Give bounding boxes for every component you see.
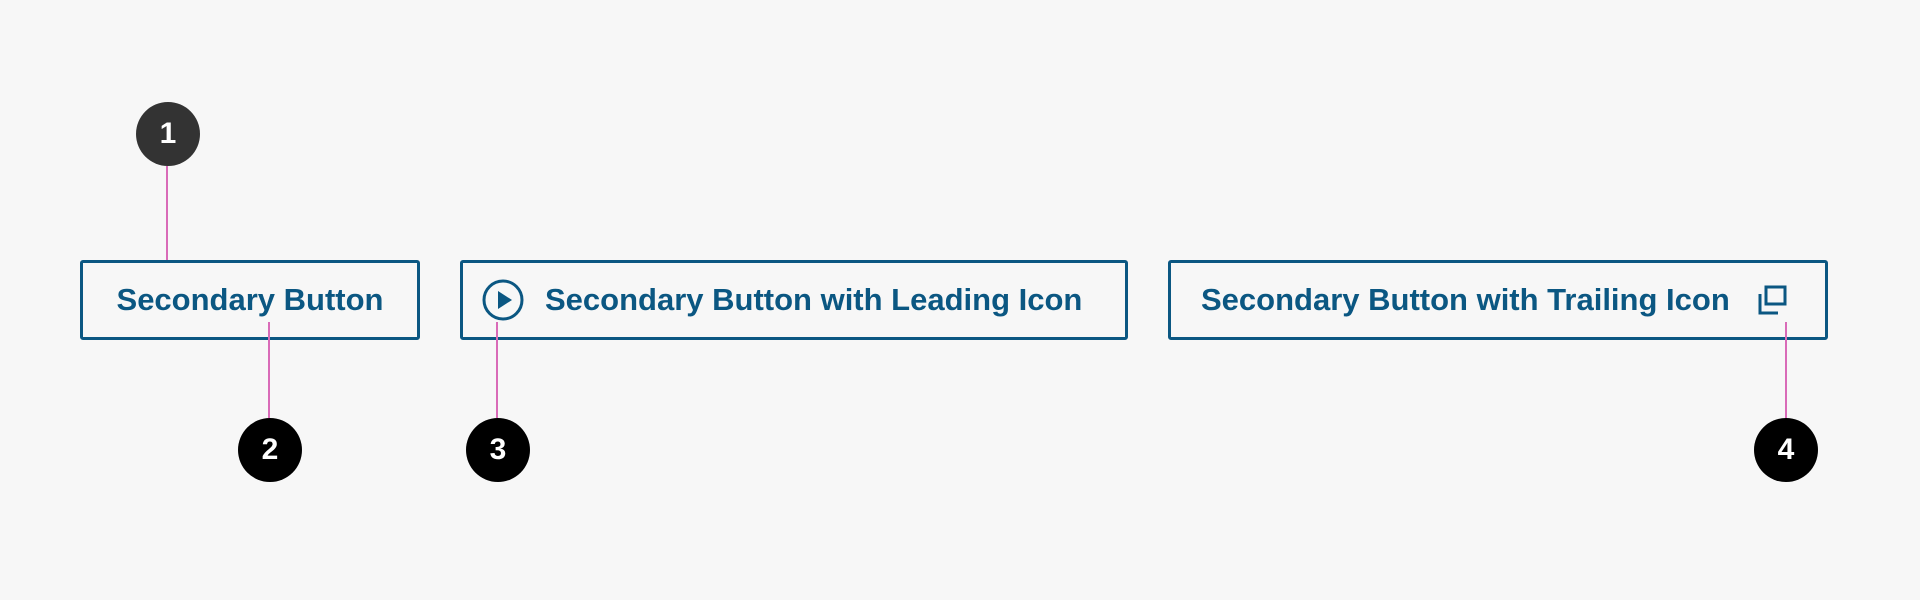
callout-4: 4 [1754,418,1818,482]
secondary-button-leading-icon-label: Secondary Button with Leading Icon [545,282,1083,317]
callout-2-number: 2 [261,433,279,466]
callout-3-number: 3 [489,433,507,466]
callout-1-number: 1 [159,117,177,150]
callout-2: 2 [238,418,302,482]
callout-1-leader [166,166,168,260]
callout-4-leader [1785,322,1787,418]
secondary-button-trailing-icon[interactable]: Secondary Button with Trailing Icon [1168,260,1828,340]
secondary-button[interactable]: Secondary Button [80,260,420,340]
callout-3: 3 [466,418,530,482]
callout-1: 1 [136,102,200,166]
play-circle-icon [481,278,525,322]
launch-icon [1754,282,1790,318]
callout-3-leader [496,322,498,418]
callout-4-number: 4 [1777,433,1795,466]
secondary-button-trailing-icon-label: Secondary Button with Trailing Icon [1201,282,1730,317]
secondary-button-label: Secondary Button [116,282,384,317]
callout-2-leader [268,322,270,418]
secondary-button-leading-icon[interactable]: Secondary Button with Leading Icon [460,260,1128,340]
